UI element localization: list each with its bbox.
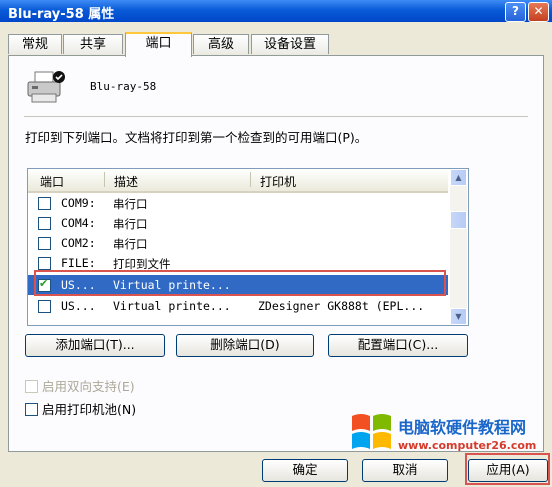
watermark: 电脑软硬件教程网 www.computer26.com [350, 408, 552, 460]
pooling-checkbox[interactable]: 启用打印机池(N) [25, 399, 136, 418]
add-port-button[interactable]: 添加端口(T)... [25, 334, 165, 357]
separator [24, 116, 528, 117]
checkbox-box [25, 403, 38, 416]
scroll-down-icon[interactable]: ▼ [450, 308, 467, 325]
tab-ports[interactable]: 端口 [125, 32, 192, 57]
column-header-printer[interactable]: 打印机 [260, 173, 296, 190]
list-item[interactable]: COM4: 串行口 [28, 213, 448, 233]
tab-device-settings[interactable]: 设备设置 [251, 34, 329, 54]
column-header-description[interactable]: 描述 [114, 173, 138, 190]
windows-logo-icon [350, 410, 394, 454]
port-list-header: 端口 描述 打印机 [28, 169, 448, 193]
list-item[interactable]: US... Virtual printe... ZDesigner GK888t… [28, 296, 448, 316]
printer-icon [26, 70, 66, 106]
tab-sharing[interactable]: 共享 [63, 34, 123, 54]
close-button[interactable]: ✕ [528, 2, 549, 22]
window-title: Blu-ray-58 属性 [8, 7, 115, 22]
port-list-scrollbar[interactable]: ▲ ▼ [450, 169, 467, 325]
port-checkbox[interactable] [38, 300, 51, 313]
ok-button[interactable]: 确定 [262, 459, 348, 482]
scroll-thumb[interactable] [450, 211, 467, 229]
port-description: 打印到下列端口。文档将打印到第一个检查到的可用端口(P)。 [25, 130, 368, 145]
list-item[interactable]: COM9: 串行口 [28, 193, 448, 213]
help-button[interactable]: ? [505, 2, 526, 22]
port-checkbox[interactable] [38, 197, 51, 210]
port-checkbox[interactable] [38, 217, 51, 230]
port-checkbox[interactable] [38, 257, 51, 270]
watermark-text: 电脑软硬件教程网 [398, 418, 527, 437]
port-list[interactable]: 端口 描述 打印机 COM9: 串行口 COM4: 串行口 COM2: 串行口 … [27, 168, 469, 326]
cancel-button[interactable]: 取消 [362, 459, 448, 482]
delete-port-button[interactable]: 删除端口(D) [176, 334, 314, 357]
checkbox-box [25, 380, 38, 393]
printer-name: Blu-ray-58 [90, 80, 157, 93]
tab-general[interactable]: 常规 [8, 34, 62, 54]
column-header-port[interactable]: 端口 [40, 173, 64, 190]
port-checkbox[interactable] [38, 237, 51, 250]
tab-advanced[interactable]: 高级 [193, 34, 249, 54]
watermark-url: www.computer26.com [398, 439, 537, 452]
list-item[interactable]: COM2: 串行口 [28, 233, 448, 253]
title-bar: Blu-ray-58 属性 ? ✕ [0, 0, 552, 22]
bidirectional-checkbox[interactable]: 启用双向支持(E) [25, 376, 135, 395]
scroll-up-icon[interactable]: ▲ [450, 169, 467, 186]
selection-highlight [34, 270, 446, 296]
configure-port-button[interactable]: 配置端口(C)... [328, 334, 468, 357]
